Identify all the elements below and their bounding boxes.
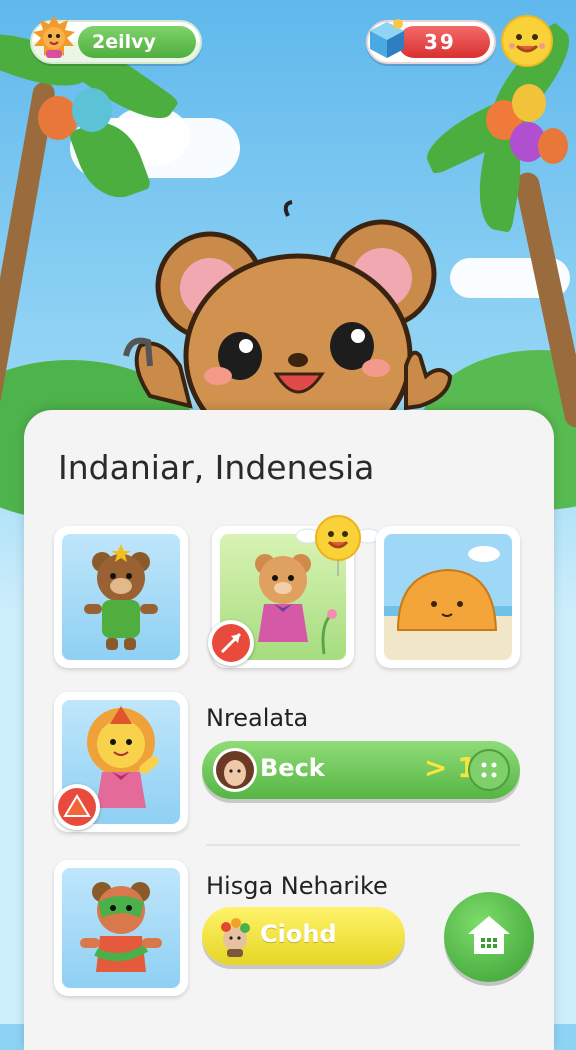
character-tile-bear-mask[interactable] [54, 860, 188, 996]
tile-background [62, 534, 180, 660]
row-name: Nrealata [206, 704, 309, 732]
row-divider [206, 844, 520, 846]
gem-count: 39 [424, 30, 456, 54]
character-tile-bear-green[interactable] [54, 526, 188, 668]
ciohd-button[interactable]: Ciohd [202, 907, 405, 965]
arrow-badge-icon [220, 632, 242, 654]
badge [54, 784, 100, 830]
winged-smiley-icon [296, 515, 380, 576]
card-title: Indaniar, Indenesia [58, 448, 375, 487]
bear-mascot [123, 200, 453, 436]
smiley-icon[interactable] [500, 14, 554, 68]
balloon [538, 128, 568, 164]
beck-button[interactable]: Beck > 1 [202, 741, 520, 799]
grid-dots-icon[interactable] [468, 749, 510, 791]
ciohd-button-label: Ciohd [260, 920, 337, 948]
portrait-avatar-icon [213, 748, 257, 792]
tile-background [384, 534, 512, 660]
player-name: 2eilvy [92, 31, 156, 53]
home-button[interactable] [444, 892, 534, 982]
balloon [72, 88, 112, 132]
gem-icon [370, 19, 404, 58]
row-name: Hisga Neharike [206, 872, 388, 900]
bear-mask-character-icon [80, 882, 162, 972]
home-icon [468, 916, 510, 954]
orange-blob-icon [384, 546, 512, 631]
beck-button-label: Beck [260, 754, 325, 782]
badge [208, 620, 254, 666]
player-avatar-icon[interactable] [30, 14, 78, 62]
character-avatar-icon [221, 918, 250, 957]
bear-green-shirt-icon [84, 544, 158, 650]
balloon [512, 84, 546, 122]
warning-triangle-icon [63, 794, 91, 817]
tile-background [62, 868, 180, 988]
character-tile-blob[interactable] [376, 526, 520, 668]
